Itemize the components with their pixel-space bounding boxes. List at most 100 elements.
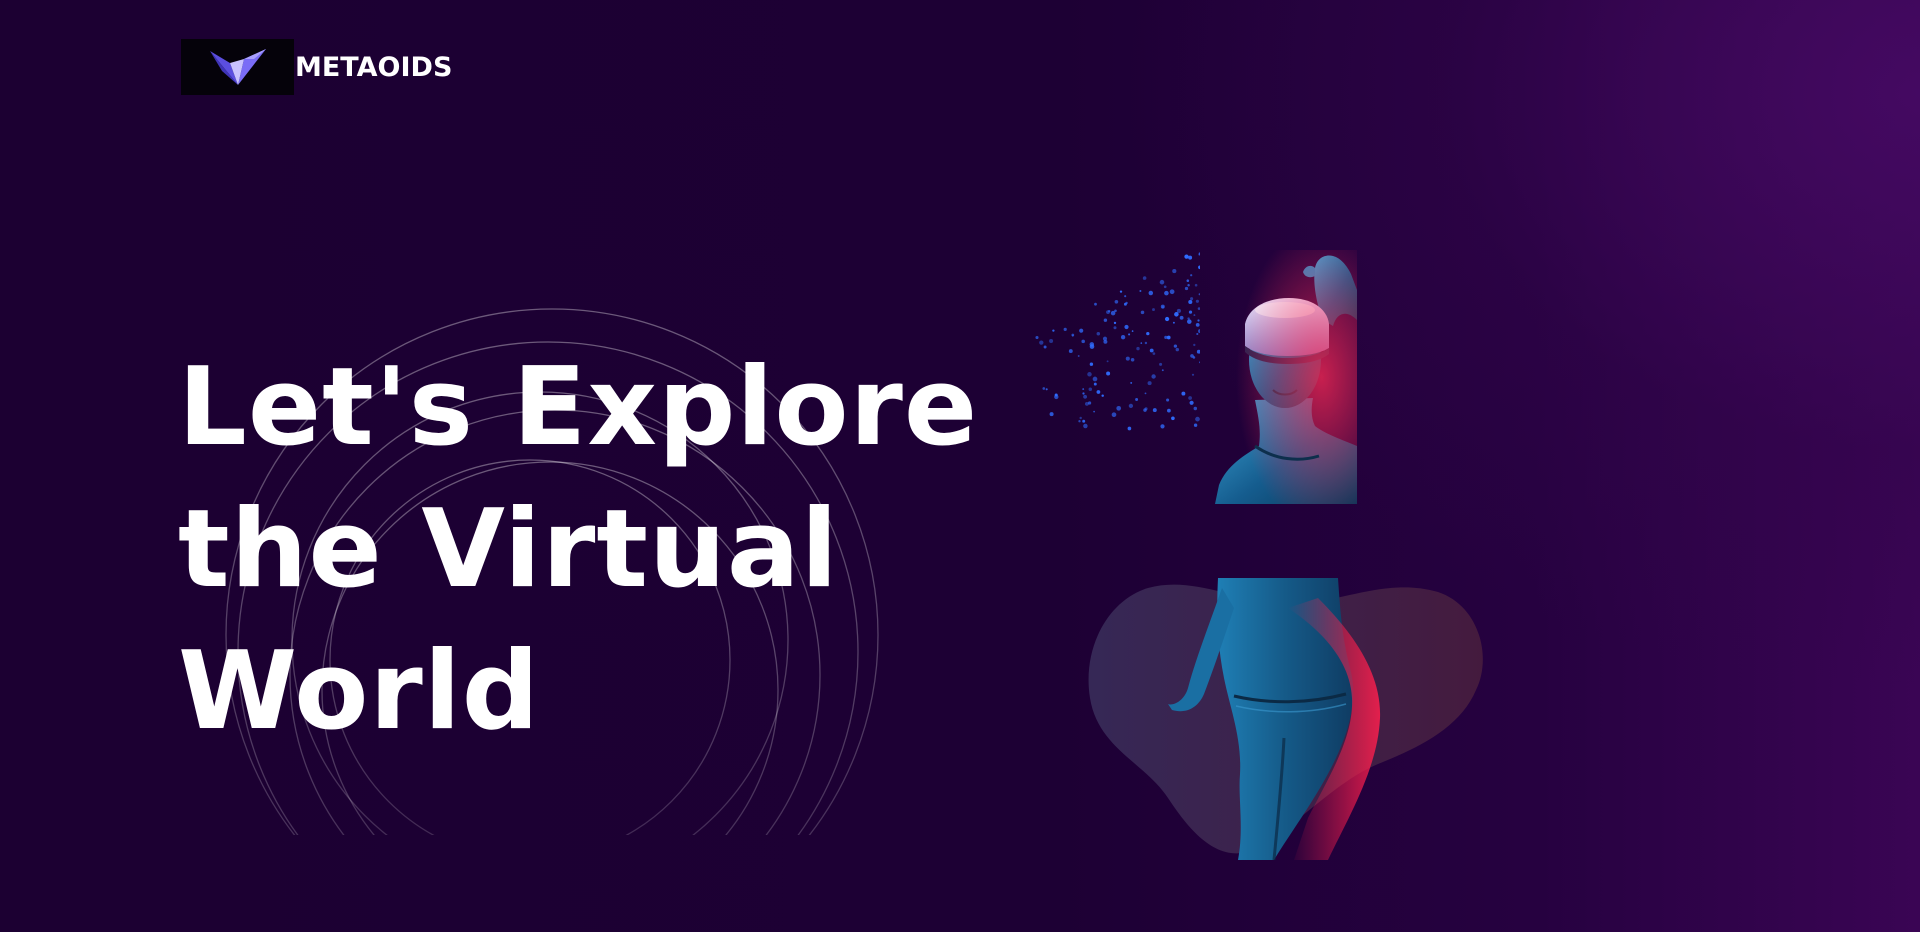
hero-title-line-1: Let's Explore	[178, 345, 979, 470]
particle-dot	[1083, 423, 1088, 429]
particle-dot	[1101, 394, 1104, 397]
particle-dot	[1106, 310, 1110, 314]
particle-dot	[1113, 326, 1117, 330]
particle-dot	[1173, 344, 1178, 348]
brand-name: METAOIDS	[295, 51, 453, 83]
particle-dot	[1124, 295, 1127, 298]
particle-dot	[1042, 387, 1046, 390]
particle-dot	[1193, 343, 1196, 347]
particle-dot	[1188, 255, 1193, 260]
particle-dot	[1193, 314, 1196, 317]
particle-dot	[1196, 349, 1200, 354]
particle-dot	[1172, 269, 1177, 274]
particle-dot	[1131, 330, 1134, 332]
particle-dot	[1054, 394, 1059, 400]
particle-dot	[1144, 407, 1148, 411]
particle-dot	[1151, 374, 1156, 379]
particle-dot	[1089, 362, 1094, 366]
particle-dot	[1184, 286, 1189, 291]
particle-dot	[1167, 408, 1171, 413]
particle-dot	[1114, 309, 1117, 313]
particle-dot	[1166, 398, 1170, 402]
particle-dot	[1187, 283, 1190, 287]
particle-dot	[1146, 331, 1150, 336]
particle-dot	[1140, 342, 1143, 344]
particle-dot	[1152, 408, 1157, 413]
particle-dot	[1144, 392, 1147, 395]
particle-dot	[1163, 285, 1167, 289]
particle-dot	[1092, 376, 1098, 382]
particle-dot	[1049, 338, 1054, 344]
particle-dot	[1045, 388, 1048, 391]
particle-dot	[1125, 356, 1130, 361]
particle-dot	[1184, 254, 1189, 259]
particle-dot	[1082, 388, 1085, 391]
particle-dot	[1049, 412, 1054, 417]
particle-dot	[1077, 355, 1080, 357]
particle-dot	[1078, 420, 1081, 423]
particle-dot	[1160, 424, 1165, 429]
particle-dot	[1198, 253, 1200, 256]
particle-dot	[1144, 341, 1148, 345]
particle-dot	[1159, 362, 1163, 366]
particle-dot	[1198, 265, 1200, 270]
particle-dot	[1119, 290, 1123, 293]
particle-dot	[1139, 290, 1142, 292]
particle-dot	[1195, 323, 1200, 327]
particle-dot	[1190, 297, 1194, 301]
particle-dot	[1087, 372, 1092, 377]
particle-dot	[1189, 400, 1194, 405]
particle-dot	[1148, 290, 1154, 296]
particle-dot	[1159, 279, 1165, 285]
logo-link[interactable]	[181, 39, 294, 95]
particle-dot	[1181, 391, 1186, 396]
particle-dot	[1130, 358, 1135, 362]
particle-dot	[1068, 349, 1073, 354]
particle-dot	[1079, 328, 1084, 333]
particle-dot	[1103, 318, 1108, 322]
particle-dot	[1196, 332, 1199, 336]
particle-dot	[1188, 396, 1192, 400]
particle-dot	[1195, 299, 1199, 303]
particle-dot	[1174, 312, 1179, 317]
particle-dot	[1193, 423, 1198, 427]
particle-dot	[1175, 347, 1180, 352]
particle-dot	[1140, 310, 1145, 315]
vr-headset-figure-lower-icon	[1088, 578, 1483, 860]
particle-dot	[1123, 302, 1127, 306]
particle-dot	[1187, 317, 1190, 320]
hero-title-line-3: World	[178, 629, 541, 754]
particle-dot	[1128, 333, 1131, 336]
site-header: METAOIDS	[181, 39, 452, 95]
particle-dot	[1124, 324, 1129, 330]
particle-dot	[1147, 381, 1152, 386]
particle-dot	[1197, 307, 1200, 310]
particle-dot	[1114, 299, 1119, 304]
hero-title: Let's Explore the Virtual World	[178, 337, 978, 763]
particle-dot	[1035, 335, 1039, 340]
landing-page: METAOIDS Let's Explore the Virtual World	[0, 0, 1920, 932]
particle-dot	[1142, 276, 1147, 280]
particle-dot	[1120, 335, 1126, 340]
particle-dot	[1039, 340, 1044, 345]
particle-dot	[1094, 302, 1097, 306]
particle-dot	[1093, 382, 1097, 386]
particle-dot	[1188, 310, 1193, 314]
particle-dot	[1187, 319, 1192, 324]
particle-dot	[1166, 335, 1171, 340]
particle-cloud-icon	[1035, 252, 1200, 431]
particle-dot	[1089, 342, 1095, 347]
hero-title-line-2: the Virtual	[178, 487, 839, 612]
particle-dot	[1130, 381, 1133, 384]
particle-dot	[1191, 373, 1195, 376]
particle-dot	[1152, 352, 1156, 355]
particle-dot	[1152, 308, 1155, 312]
particle-dot	[1164, 290, 1169, 296]
metaoids-logo-icon	[209, 49, 266, 85]
particle-dot	[1135, 398, 1139, 401]
particle-dot	[1198, 293, 1200, 296]
particle-dot	[1071, 333, 1075, 337]
vr-headset-figure-upper-icon	[1215, 250, 1357, 504]
particle-dot	[1197, 319, 1200, 322]
particle-dot	[1161, 306, 1165, 309]
